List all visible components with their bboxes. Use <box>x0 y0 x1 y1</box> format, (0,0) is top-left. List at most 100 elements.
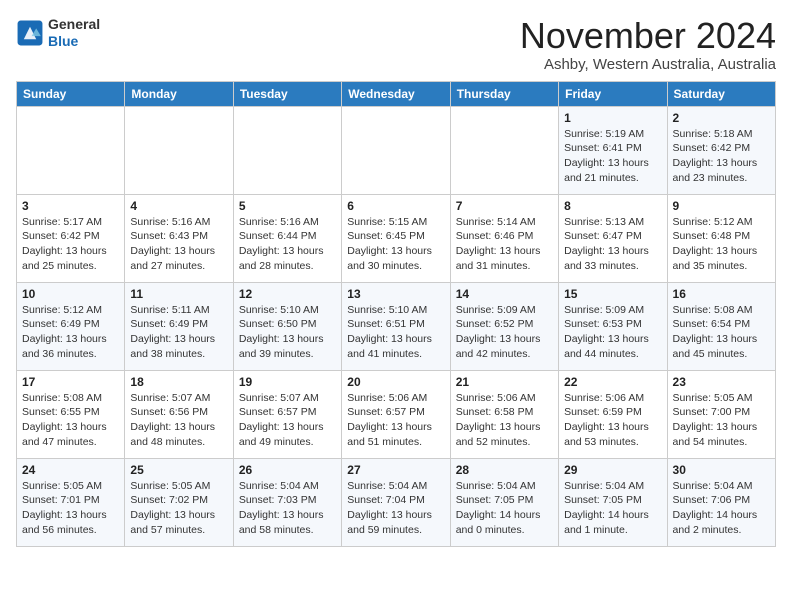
calendar-cell: 20 Sunrise: 5:06 AM Sunset: 6:57 PM Dayli… <box>342 370 450 458</box>
calendar-cell: 29Sunrise: 5:04 AM Sunset: 7:05 PM Dayli… <box>559 458 667 546</box>
day-info: Sunrise: 5:04 AM Sunset: 7:06 PM Dayligh… <box>673 479 770 538</box>
calendar-cell: 16 Sunrise: 5:08 AM Sunset: 6:54 PM Dayli… <box>667 282 775 370</box>
calendar-cell: 26 Sunrise: 5:04 AM Sunset: 7:03 PM Dayli… <box>233 458 341 546</box>
col-header-thursday: Thursday <box>450 81 558 106</box>
calendar-cell: 17 Sunrise: 5:08 AM Sunset: 6:55 PM Dayli… <box>17 370 125 458</box>
day-info: Sunrise: 5:06 AM Sunset: 6:58 PM Dayligh… <box>456 391 553 450</box>
week-row-2: 3 Sunrise: 5:17 AM Sunset: 6:42 PM Daylig… <box>17 194 776 282</box>
logo: General Blue <box>16 16 100 50</box>
day-number: 12 <box>239 287 336 301</box>
day-number: 17 <box>22 375 119 389</box>
col-header-sunday: Sunday <box>17 81 125 106</box>
day-info: Sunrise: 5:08 AM Sunset: 6:55 PM Dayligh… <box>22 391 119 450</box>
calendar-cell: 23 Sunrise: 5:05 AM Sunset: 7:00 PM Dayli… <box>667 370 775 458</box>
day-info: Sunrise: 5:17 AM Sunset: 6:42 PM Dayligh… <box>22 215 119 274</box>
week-row-5: 24 Sunrise: 5:05 AM Sunset: 7:01 PM Dayli… <box>17 458 776 546</box>
day-number: 22 <box>564 375 661 389</box>
calendar-cell <box>125 106 233 194</box>
calendar-table: SundayMondayTuesdayWednesdayThursdayFrid… <box>16 81 776 547</box>
col-header-tuesday: Tuesday <box>233 81 341 106</box>
day-number: 24 <box>22 463 119 477</box>
day-info: Sunrise: 5:19 AM Sunset: 6:41 PM Dayligh… <box>564 127 661 186</box>
day-number: 3 <box>22 199 119 213</box>
day-number: 1 <box>564 111 661 125</box>
day-number: 20 <box>347 375 444 389</box>
calendar-cell: 30 Sunrise: 5:04 AM Sunset: 7:06 PM Dayli… <box>667 458 775 546</box>
calendar-cell <box>342 106 450 194</box>
day-number: 21 <box>456 375 553 389</box>
logo-line1: General <box>48 16 100 33</box>
day-info: Sunrise: 5:16 AM Sunset: 6:43 PM Dayligh… <box>130 215 227 274</box>
day-number: 26 <box>239 463 336 477</box>
day-info: Sunrise: 5:06 AM Sunset: 6:59 PM Dayligh… <box>564 391 661 450</box>
calendar-cell: 5 Sunrise: 5:16 AM Sunset: 6:44 PM Daylig… <box>233 194 341 282</box>
day-info: Sunrise: 5:05 AM Sunset: 7:02 PM Dayligh… <box>130 479 227 538</box>
calendar-cell <box>450 106 558 194</box>
calendar-cell: 22 Sunrise: 5:06 AM Sunset: 6:59 PM Dayli… <box>559 370 667 458</box>
col-header-saturday: Saturday <box>667 81 775 106</box>
calendar-cell <box>233 106 341 194</box>
calendar-cell: 28 Sunrise: 5:04 AM Sunset: 7:05 PM Dayli… <box>450 458 558 546</box>
logo-line2: Blue <box>48 33 100 50</box>
day-number: 2 <box>673 111 770 125</box>
day-number: 7 <box>456 199 553 213</box>
calendar-cell: 12 Sunrise: 5:10 AM Sunset: 6:50 PM Dayli… <box>233 282 341 370</box>
calendar-cell: 14Sunrise: 5:09 AM Sunset: 6:52 PM Dayli… <box>450 282 558 370</box>
day-info: Sunrise: 5:07 AM Sunset: 6:57 PM Dayligh… <box>239 391 336 450</box>
calendar-cell: 21 Sunrise: 5:06 AM Sunset: 6:58 PM Dayli… <box>450 370 558 458</box>
day-info: Sunrise: 5:04 AM Sunset: 7:05 PM Dayligh… <box>456 479 553 538</box>
day-number: 6 <box>347 199 444 213</box>
day-info: Sunrise: 5:06 AM Sunset: 6:57 PM Dayligh… <box>347 391 444 450</box>
calendar-cell: 24 Sunrise: 5:05 AM Sunset: 7:01 PM Dayli… <box>17 458 125 546</box>
day-info: Sunrise: 5:04 AM Sunset: 7:03 PM Dayligh… <box>239 479 336 538</box>
day-info: Sunrise: 5:12 AM Sunset: 6:48 PM Dayligh… <box>673 215 770 274</box>
day-info: Sunrise: 5:05 AM Sunset: 7:00 PM Dayligh… <box>673 391 770 450</box>
col-header-wednesday: Wednesday <box>342 81 450 106</box>
day-number: 10 <box>22 287 119 301</box>
calendar-cell: 8 Sunrise: 5:13 AM Sunset: 6:47 PM Daylig… <box>559 194 667 282</box>
week-row-1: 1 Sunrise: 5:19 AM Sunset: 6:41 PM Daylig… <box>17 106 776 194</box>
day-info: Sunrise: 5:18 AM Sunset: 6:42 PM Dayligh… <box>673 127 770 186</box>
day-info: Sunrise: 5:11 AM Sunset: 6:49 PM Dayligh… <box>130 303 227 362</box>
calendar-header-row: SundayMondayTuesdayWednesdayThursdayFrid… <box>17 81 776 106</box>
day-info: Sunrise: 5:15 AM Sunset: 6:45 PM Dayligh… <box>347 215 444 274</box>
day-number: 28 <box>456 463 553 477</box>
location-title: Ashby, Western Australia, Australia <box>520 56 776 73</box>
day-info: Sunrise: 5:04 AM Sunset: 7:05 PM Dayligh… <box>564 479 661 538</box>
day-info: Sunrise: 5:12 AM Sunset: 6:49 PM Dayligh… <box>22 303 119 362</box>
day-number: 11 <box>130 287 227 301</box>
calendar-cell: 4 Sunrise: 5:16 AM Sunset: 6:43 PM Daylig… <box>125 194 233 282</box>
day-info: Sunrise: 5:13 AM Sunset: 6:47 PM Dayligh… <box>564 215 661 274</box>
day-number: 18 <box>130 375 227 389</box>
day-info: Sunrise: 5:14 AM Sunset: 6:46 PM Dayligh… <box>456 215 553 274</box>
day-info: Sunrise: 5:08 AM Sunset: 6:54 PM Dayligh… <box>673 303 770 362</box>
day-info: Sunrise: 5:07 AM Sunset: 6:56 PM Dayligh… <box>130 391 227 450</box>
day-number: 23 <box>673 375 770 389</box>
calendar-cell: 13 Sunrise: 5:10 AM Sunset: 6:51 PM Dayli… <box>342 282 450 370</box>
day-number: 27 <box>347 463 444 477</box>
calendar-cell: 1 Sunrise: 5:19 AM Sunset: 6:41 PM Daylig… <box>559 106 667 194</box>
day-number: 13 <box>347 287 444 301</box>
logo-icon <box>16 19 44 47</box>
day-number: 15 <box>564 287 661 301</box>
day-info: Sunrise: 5:10 AM Sunset: 6:51 PM Dayligh… <box>347 303 444 362</box>
calendar-cell: 2 Sunrise: 5:18 AM Sunset: 6:42 PM Daylig… <box>667 106 775 194</box>
day-info: Sunrise: 5:16 AM Sunset: 6:44 PM Dayligh… <box>239 215 336 274</box>
week-row-4: 17 Sunrise: 5:08 AM Sunset: 6:55 PM Dayli… <box>17 370 776 458</box>
day-info: Sunrise: 5:05 AM Sunset: 7:01 PM Dayligh… <box>22 479 119 538</box>
day-number: 5 <box>239 199 336 213</box>
day-number: 16 <box>673 287 770 301</box>
calendar-cell: 11 Sunrise: 5:11 AM Sunset: 6:49 PM Dayli… <box>125 282 233 370</box>
day-info: Sunrise: 5:10 AM Sunset: 6:50 PM Dayligh… <box>239 303 336 362</box>
calendar-cell: 7 Sunrise: 5:14 AM Sunset: 6:46 PM Daylig… <box>450 194 558 282</box>
calendar-cell: 18 Sunrise: 5:07 AM Sunset: 6:56 PM Dayli… <box>125 370 233 458</box>
day-info: Sunrise: 5:04 AM Sunset: 7:04 PM Dayligh… <box>347 479 444 538</box>
month-title: November 2024 <box>520 16 776 56</box>
calendar-cell <box>17 106 125 194</box>
day-number: 8 <box>564 199 661 213</box>
day-number: 4 <box>130 199 227 213</box>
day-number: 19 <box>239 375 336 389</box>
week-row-3: 10 Sunrise: 5:12 AM Sunset: 6:49 PM Dayli… <box>17 282 776 370</box>
page-header: General Blue November 2024 Ashby, Wester… <box>16 16 776 73</box>
day-number: 30 <box>673 463 770 477</box>
